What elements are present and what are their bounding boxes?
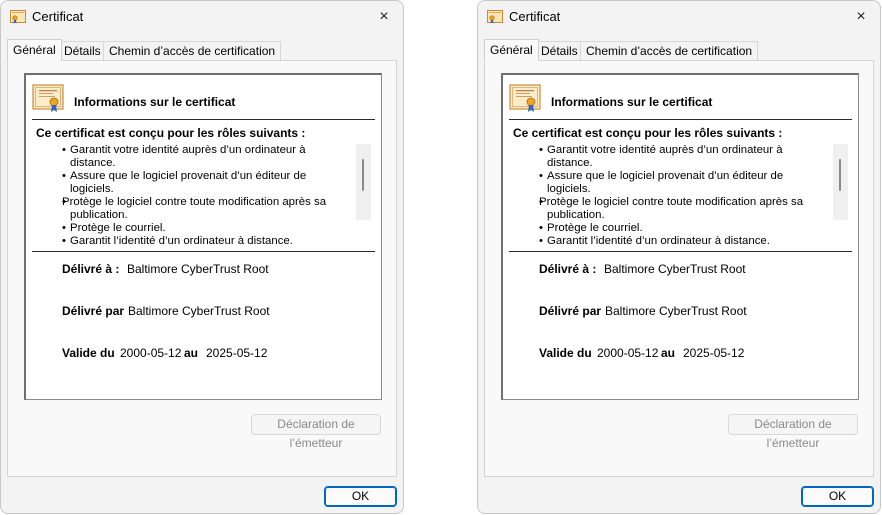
certificate-info-box: Informations sur le certificat Ce certif… [501, 73, 859, 400]
tab-general[interactable]: Général [7, 39, 62, 61]
certificate-icon [10, 10, 26, 24]
dialog-title: Certificat [32, 9, 84, 24]
list-item: • Protège le logiciel contre toute modifi… [62, 196, 327, 221]
list-item: • Garantit l’identité d’un ordinateur à d… [62, 235, 293, 247]
issued-to-label: Délivré à : [62, 262, 120, 276]
general-tab-panel: Informations sur le certificat Ce certif… [484, 60, 874, 477]
issued-by-label: Délivré par [62, 304, 125, 318]
tab-details[interactable]: Détails [535, 41, 584, 60]
scrollbar-thumb[interactable] [839, 159, 841, 191]
issuer-statement-button[interactable]: Déclaration de l’émetteur [251, 414, 381, 450]
tab-certification-path[interactable]: Chemin d’accès de certification [580, 41, 759, 60]
info-heading: Informations sur le certificat [74, 95, 236, 109]
issued-by-label: Délivré par [539, 304, 602, 318]
issued-to-label: Délivré à : [539, 262, 597, 276]
list-item: • Garantit l’identité d’un ordinateur à d… [539, 235, 770, 247]
close-button[interactable]: × [369, 4, 399, 30]
issued-to-value: Baltimore CyberTrust Root [604, 262, 746, 276]
roles-heading: Ce certificat est conçu pour les rôles s… [36, 126, 306, 140]
general-tab-panel: Informations sur le certificat Ce certif… [7, 60, 397, 477]
divider [509, 119, 852, 120]
issued-to-value: Baltimore CyberTrust Root [127, 262, 269, 276]
scrollbar-thumb[interactable] [362, 159, 364, 191]
list-item: • Assure que le logiciel provenait d’un é… [62, 170, 307, 195]
certificate-info-box: Informations sur le certificat Ce certif… [24, 73, 382, 400]
list-item: • Garantit votre identité auprès d’un ord… [62, 144, 306, 169]
issued-by-value: Baltimore CyberTrust Root [605, 304, 747, 318]
ok-button[interactable]: OK [801, 486, 874, 507]
list-item: • Protège le logiciel contre toute modifi… [539, 196, 804, 221]
valid-from-label: Valide du [62, 346, 115, 360]
tab-details[interactable]: Détails [58, 41, 107, 60]
divider [32, 251, 375, 252]
close-icon: × [856, 8, 866, 25]
tab-certification-path[interactable]: Chemin d’accès de certification [103, 41, 282, 60]
certificate-icon [509, 84, 541, 112]
valid-to-label: au [184, 346, 199, 360]
list-item: • Garantit votre identité auprès d’un ord… [539, 144, 783, 169]
valid-from-value: 2000-05-12 [120, 346, 182, 360]
title-bar: Certificat × [1, 1, 403, 33]
divider [509, 251, 852, 252]
valid-to-value: 2025-05-12 [206, 346, 268, 360]
roles-list: • Garantit votre identité auprès d’un ord… [62, 144, 352, 248]
divider [32, 119, 375, 120]
tab-general[interactable]: Général [484, 39, 539, 61]
issued-by-value: Baltimore CyberTrust Root [128, 304, 270, 318]
certificate-icon [487, 10, 503, 24]
close-button[interactable]: × [846, 4, 876, 30]
info-heading: Informations sur le certificat [551, 95, 713, 109]
close-icon: × [379, 8, 389, 25]
roles-list: • Garantit votre identité auprès d’un ord… [539, 144, 829, 248]
roles-heading: Ce certificat est conçu pour les rôles s… [513, 126, 783, 140]
valid-to-value: 2025-05-12 [683, 346, 745, 360]
list-item: • Protège le courriel. [62, 222, 166, 234]
roles-scrollbar[interactable] [356, 144, 371, 220]
ok-button[interactable]: OK [324, 486, 397, 507]
valid-from-value: 2000-05-12 [597, 346, 659, 360]
roles-scrollbar[interactable] [833, 144, 848, 220]
list-item: • Protège le courriel. [539, 222, 643, 234]
list-item: • Assure que le logiciel provenait d’un é… [539, 170, 784, 195]
title-bar: Certificat × [478, 1, 880, 33]
issuer-statement-button[interactable]: Déclaration de l’émetteur [728, 414, 858, 450]
certificate-dialog: Certificat × Général Détails Chemin d’ac… [477, 0, 881, 514]
dialog-title: Certificat [509, 9, 561, 24]
valid-to-label: au [661, 346, 676, 360]
valid-from-label: Valide du [539, 346, 592, 360]
certificate-icon [32, 84, 64, 112]
certificate-dialog: Certificat × Général Détails Chemin d’ac… [0, 0, 404, 514]
